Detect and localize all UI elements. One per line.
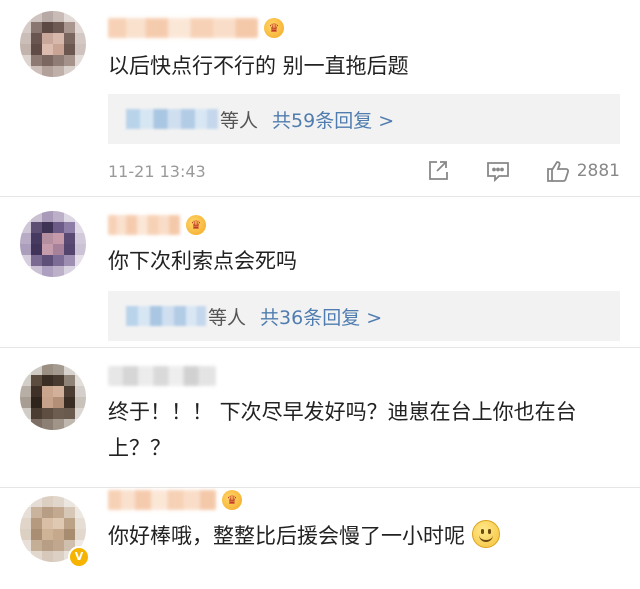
username[interactable]: ♛ <box>108 213 206 237</box>
comment-text: 你下次利索点会死吗 <box>108 249 297 273</box>
crown-badge-icon: ♛ <box>264 18 284 38</box>
replies-box[interactable]: 等人 共36条回复 > <box>108 291 620 341</box>
comment-item: 终于！！！ 下次尽早发好吗？迪崽在台上你也在台上？？ <box>0 348 640 488</box>
reply-count-link[interactable]: 共36条回复 > <box>260 303 382 330</box>
crown-badge-icon: ♛ <box>186 215 206 235</box>
reply-count-link[interactable]: 共59条回复 > <box>272 106 394 133</box>
comment-item: V ♛ 你好棒哦，整整比后援会慢了一小时呢 <box>0 488 640 588</box>
avatar[interactable] <box>20 11 86 77</box>
comment-item: ♛ 以后快点行不行的 别一直拖后题 等人 共59条回复 > 11-21 13:4… <box>0 0 640 197</box>
username[interactable]: ♛ <box>108 16 284 40</box>
thumbs-up-icon <box>546 161 569 182</box>
comment-icon[interactable] <box>485 158 511 184</box>
replies-box[interactable]: 等人 共59条回复 > <box>108 94 620 144</box>
comment-text-content: 你好棒哦，整整比后援会慢了一小时呢 <box>108 524 465 548</box>
avatar[interactable] <box>20 211 86 277</box>
avatar[interactable] <box>20 364 86 430</box>
reply-users <box>126 109 218 129</box>
comment-text: 你好棒哦，整整比后援会慢了一小时呢 <box>108 518 620 554</box>
comment-text: 以后快点行不行的 别一直拖后题 <box>108 54 409 78</box>
verified-badge-icon: V <box>68 546 90 568</box>
crown-badge-icon: ♛ <box>222 490 242 510</box>
share-icon[interactable] <box>425 158 451 184</box>
username[interactable] <box>108 364 216 388</box>
reply-users-suffix: 等人 <box>220 109 259 132</box>
comment-text: 终于！！！ 下次尽早发好吗？迪崽在台上你也在台上？？ <box>108 400 577 460</box>
like-count: 2881 <box>576 161 620 181</box>
username[interactable]: ♛ <box>108 488 242 512</box>
reply-users <box>126 306 206 326</box>
like-button[interactable]: 2881 <box>545 158 620 184</box>
reply-users-suffix: 等人 <box>208 306 247 329</box>
timestamp: 11-21 13:43 <box>108 161 206 181</box>
comment-item: ♛ 你下次利索点会死吗 等人 共36条回复 > <box>0 197 640 348</box>
smile-emoji-icon <box>471 520 500 548</box>
comment-footer: 11-21 13:43 2881 <box>108 156 620 186</box>
